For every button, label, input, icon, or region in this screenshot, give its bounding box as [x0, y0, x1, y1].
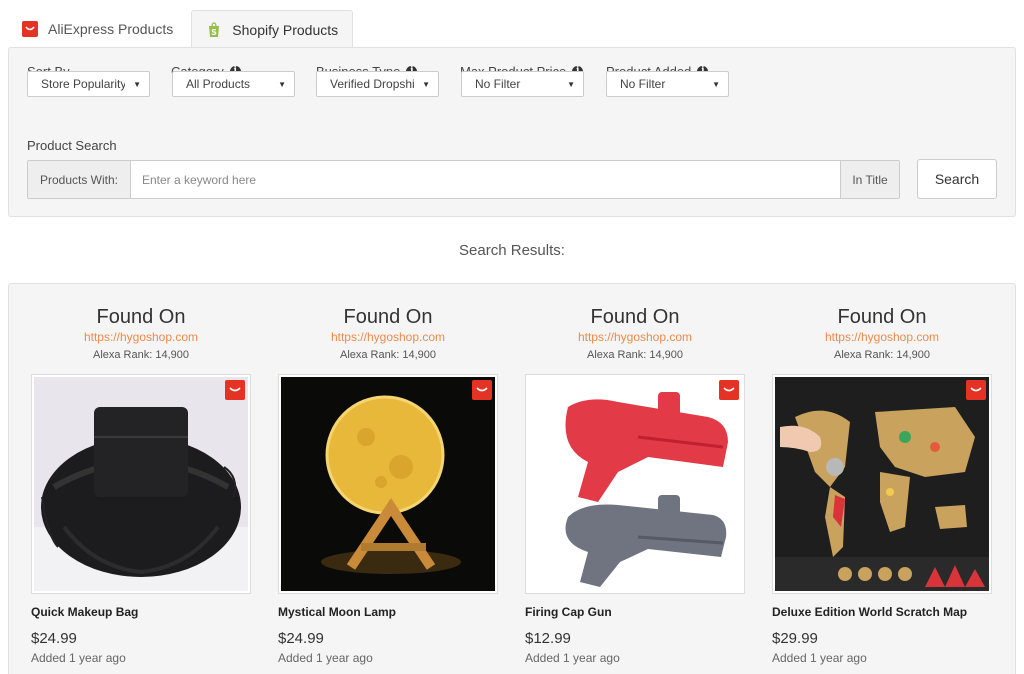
- tab-shopify-products[interactable]: S Shopify Products: [191, 10, 354, 49]
- product-card: Found On https://hygoshop.com Alexa Rank…: [9, 284, 251, 665]
- makeup-bag-image: [34, 377, 248, 591]
- products-with-addon: Products With:: [28, 161, 131, 198]
- product-added-select[interactable]: No Filter ▼: [606, 71, 729, 97]
- tab-label: AliExpress Products: [48, 21, 174, 37]
- store-link[interactable]: https://hygoshop.com: [750, 330, 1014, 344]
- max-price-select[interactable]: No Filter ▼: [461, 71, 584, 97]
- product-image[interactable]: [278, 374, 498, 594]
- product-card: Found On https://hygoshop.com Alexa Rank…: [750, 284, 992, 665]
- cap-gun-image: [528, 377, 742, 591]
- tab-aliexpress-products[interactable]: AliExpress Products: [8, 10, 187, 48]
- scratch-map-image: [775, 377, 989, 591]
- found-on-heading: Found On: [590, 306, 680, 328]
- aliexpress-logo-icon: [22, 21, 38, 37]
- product-search-label: Product Search: [27, 138, 117, 153]
- product-name[interactable]: Quick Makeup Bag: [31, 605, 138, 619]
- moon-lamp-image: [281, 377, 495, 591]
- found-on-heading: Found On: [343, 306, 433, 328]
- product-card: Found On https://hygoshop.com Alexa Rank…: [503, 284, 745, 665]
- product-price: $12.99: [525, 630, 571, 647]
- store-link[interactable]: https://hygoshop.com: [9, 330, 273, 344]
- business-type-select[interactable]: Verified Dropshipper ▼: [316, 71, 439, 97]
- in-title-addon[interactable]: In Title: [840, 161, 899, 198]
- product-search-group: Products With: In Title: [27, 160, 900, 199]
- caret-down-icon: ▼: [712, 80, 720, 89]
- product-price: $29.99: [772, 630, 818, 647]
- sort-by-value: Store Popularity: [41, 77, 125, 91]
- alexa-rank: Alexa Rank: 14,900: [833, 349, 930, 361]
- product-added-date: Added 1 year ago: [31, 651, 126, 665]
- aliexpress-badge-icon: [225, 380, 245, 400]
- filter-panel: Sort By Store Popularity ▼ Categoryi All…: [8, 47, 1016, 217]
- product-image[interactable]: [31, 374, 251, 594]
- product-price: $24.99: [278, 630, 324, 647]
- max-price-value: No Filter: [475, 77, 521, 91]
- category-value: All Products: [186, 77, 251, 91]
- search-results-heading: Search Results:: [459, 242, 565, 259]
- product-name[interactable]: Firing Cap Gun: [525, 605, 612, 619]
- product-source-tabs: AliExpress Products S Shopify Products: [8, 10, 354, 49]
- product-added-date: Added 1 year ago: [525, 651, 620, 665]
- alexa-rank: Alexa Rank: 14,900: [339, 349, 436, 361]
- alexa-rank: Alexa Rank: 14,900: [586, 349, 683, 361]
- product-price: $24.99: [31, 630, 77, 647]
- caret-down-icon: ▼: [422, 80, 430, 89]
- tab-label: Shopify Products: [232, 22, 339, 38]
- search-results-panel: Found On https://hygoshop.com Alexa Rank…: [8, 283, 1016, 674]
- svg-text:S: S: [211, 28, 217, 37]
- shopify-bag-icon: S: [206, 22, 222, 38]
- aliexpress-badge-icon: [472, 380, 492, 400]
- store-link[interactable]: https://hygoshop.com: [256, 330, 520, 344]
- aliexpress-badge-icon: [719, 380, 739, 400]
- product-card: Found On https://hygoshop.com Alexa Rank…: [256, 284, 498, 665]
- caret-down-icon: ▼: [278, 80, 286, 89]
- caret-down-icon: ▼: [133, 80, 141, 89]
- category-select[interactable]: All Products ▼: [172, 71, 295, 97]
- product-name[interactable]: Mystical Moon Lamp: [278, 605, 396, 619]
- product-added-date: Added 1 year ago: [278, 651, 373, 665]
- product-image[interactable]: [772, 374, 992, 594]
- found-on-heading: Found On: [837, 306, 927, 328]
- store-link[interactable]: https://hygoshop.com: [503, 330, 767, 344]
- caret-down-icon: ▼: [567, 80, 575, 89]
- business-type-value: Verified Dropshipper: [330, 77, 414, 91]
- aliexpress-badge-icon: [966, 380, 986, 400]
- product-name[interactable]: Deluxe Edition World Scratch Map: [772, 605, 967, 619]
- product-added-value: No Filter: [620, 77, 666, 91]
- found-on-heading: Found On: [96, 306, 186, 328]
- keyword-search-input[interactable]: [131, 161, 840, 198]
- search-button[interactable]: Search: [917, 159, 997, 199]
- sort-by-select[interactable]: Store Popularity ▼: [27, 71, 150, 97]
- product-added-date: Added 1 year ago: [772, 651, 867, 665]
- product-image[interactable]: [525, 374, 745, 594]
- alexa-rank: Alexa Rank: 14,900: [92, 349, 189, 361]
